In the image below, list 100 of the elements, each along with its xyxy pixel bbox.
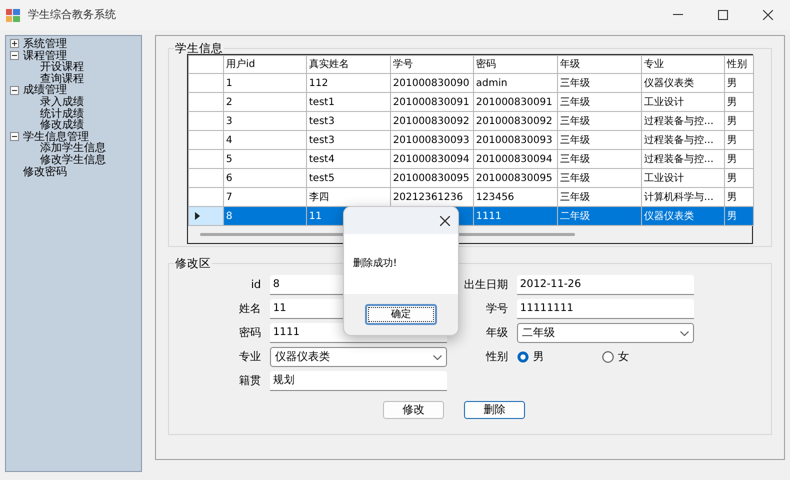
table-cell: 20212361236 bbox=[393, 192, 463, 202]
table-cell: 李四 bbox=[309, 192, 329, 202]
column-header[interactable]: 学号 bbox=[390, 56, 474, 74]
table-cell: 201000830091 bbox=[393, 96, 470, 108]
tree-item[interactable]: 开设课程 bbox=[40, 60, 84, 74]
radio-label[interactable]: 男 bbox=[533, 348, 544, 366]
radio-label[interactable]: 女 bbox=[618, 348, 629, 366]
tree-item[interactable]: 学生信息管理 bbox=[23, 130, 89, 142]
table-cell: 男 bbox=[727, 96, 737, 108]
tree-item[interactable]: 修改成绩 bbox=[40, 118, 84, 132]
form-button[interactable]: 修改 bbox=[383, 401, 444, 419]
table-cell: 三年级 bbox=[560, 134, 590, 146]
table-cell: 3 bbox=[226, 116, 232, 126]
column-header[interactable]: 真实姓名 bbox=[306, 56, 390, 74]
dropdown[interactable]: 仪器仪表类 bbox=[270, 347, 447, 367]
table-cell: 201000830091 bbox=[476, 96, 552, 108]
table-cell: 1111 bbox=[476, 210, 502, 222]
table-cell: 201000830095 bbox=[476, 172, 552, 184]
chevron-down-icon bbox=[433, 354, 442, 360]
app-icon bbox=[6, 8, 20, 22]
field-label: 籍贯 bbox=[239, 374, 261, 387]
table-cell: 男 bbox=[727, 78, 737, 88]
table-cell: 201000830093 bbox=[476, 134, 552, 146]
input-field[interactable]: 11111111 bbox=[517, 299, 694, 319]
tree-item[interactable]: 录入成绩 bbox=[40, 94, 84, 108]
maximize-icon[interactable] bbox=[718, 10, 728, 20]
tree-item[interactable]: 查询课程 bbox=[40, 72, 84, 85]
table-cell: 男 bbox=[727, 116, 737, 126]
table-cell: 7 bbox=[226, 192, 232, 202]
table-cell: 过程装备与控... bbox=[644, 154, 714, 164]
table-cell: 三年级 bbox=[560, 154, 590, 164]
group-title: 学生信息 bbox=[174, 42, 224, 54]
table-cell: test3 bbox=[309, 116, 335, 126]
table-cell: 男 bbox=[727, 134, 737, 146]
tree-item[interactable]: 修改学生信息 bbox=[40, 152, 106, 166]
field-label: 出生日期 bbox=[464, 278, 508, 291]
table-cell: 4 bbox=[226, 134, 232, 146]
tree-item[interactable]: 统计成绩 bbox=[40, 106, 84, 120]
column-header[interactable]: 密码 bbox=[474, 56, 558, 74]
table-cell: 二年级 bbox=[560, 210, 590, 222]
tree-item[interactable]: 添加学生信息 bbox=[40, 141, 106, 154]
table-cell: test3 bbox=[309, 134, 335, 146]
table-cell: 工业设计 bbox=[644, 96, 684, 108]
field-label: 姓名 bbox=[239, 302, 261, 315]
table-cell: 123456 bbox=[476, 192, 514, 202]
close-icon[interactable] bbox=[440, 216, 450, 226]
table-cell: 三年级 bbox=[560, 192, 590, 202]
field-label: 年级 bbox=[486, 326, 508, 339]
tree-item[interactable]: 课程管理 bbox=[23, 50, 67, 62]
table-cell: test1 bbox=[309, 96, 335, 108]
table-cell: 三年级 bbox=[560, 78, 590, 88]
column-header[interactable]: 用户id bbox=[224, 56, 306, 74]
table-cell: 过程装备与控... bbox=[644, 134, 714, 146]
table-cell: 过程装备与控... bbox=[644, 116, 714, 126]
collapse-icon[interactable] bbox=[10, 50, 19, 60]
table-cell: 三年级 bbox=[560, 96, 590, 108]
table-cell: 男 bbox=[727, 154, 737, 164]
table-cell: 5 bbox=[226, 154, 232, 164]
table-cell: 2 bbox=[226, 96, 232, 108]
minimize-icon[interactable] bbox=[672, 14, 682, 16]
field-label: 学号 bbox=[486, 302, 508, 315]
column-header[interactable]: 性别 bbox=[724, 56, 754, 74]
tree-item[interactable]: 修改密码 bbox=[23, 166, 67, 178]
field-label: 密码 bbox=[239, 326, 261, 339]
table-cell: 201000830092 bbox=[393, 116, 470, 126]
window-title: 学生综合教务系统 bbox=[28, 6, 116, 23]
radio-button[interactable] bbox=[517, 351, 529, 363]
ok-button[interactable]: 确定 bbox=[365, 304, 437, 325]
table-cell: 112 bbox=[309, 78, 328, 88]
table-cell: 工业设计 bbox=[644, 172, 684, 184]
dropdown[interactable]: 二年级 bbox=[517, 323, 694, 343]
collapse-icon[interactable] bbox=[10, 86, 19, 95]
table-cell: 201000830093 bbox=[393, 134, 470, 146]
collapse-icon[interactable] bbox=[10, 132, 19, 142]
table-cell: 男 bbox=[727, 210, 737, 222]
radio-button[interactable] bbox=[602, 351, 614, 363]
table-cell: 201000830094 bbox=[393, 154, 470, 164]
column-header[interactable]: 专业 bbox=[642, 56, 724, 74]
tree-item[interactable]: 系统管理 bbox=[23, 38, 67, 50]
table-cell: 男 bbox=[727, 192, 737, 202]
table-cell: 计算机科学与... bbox=[644, 192, 714, 202]
tree-item[interactable]: 成绩管理 bbox=[23, 84, 67, 96]
table-cell: admin bbox=[476, 78, 508, 88]
table-cell: 男 bbox=[727, 172, 737, 184]
table-cell: test4 bbox=[309, 154, 335, 164]
column-header[interactable]: 年级 bbox=[558, 56, 642, 74]
chevron-down-icon bbox=[680, 330, 689, 336]
input-field[interactable]: 2012-11-26 bbox=[517, 275, 694, 295]
form-button[interactable]: 删除 bbox=[464, 401, 525, 419]
expand-icon[interactable] bbox=[10, 39, 19, 48]
input-field[interactable]: 规划 bbox=[270, 371, 447, 391]
table-cell: 8 bbox=[226, 210, 232, 222]
table-cell: 201000830094 bbox=[476, 154, 552, 164]
table-cell: 三年级 bbox=[560, 116, 590, 126]
table-cell: 仪器仪表类 bbox=[644, 210, 694, 222]
close-icon[interactable] bbox=[762, 10, 772, 20]
field-label: 专业 bbox=[239, 350, 261, 363]
table-cell: 6 bbox=[226, 172, 232, 184]
table-cell: 三年级 bbox=[560, 172, 590, 184]
field-label: id bbox=[250, 278, 261, 291]
